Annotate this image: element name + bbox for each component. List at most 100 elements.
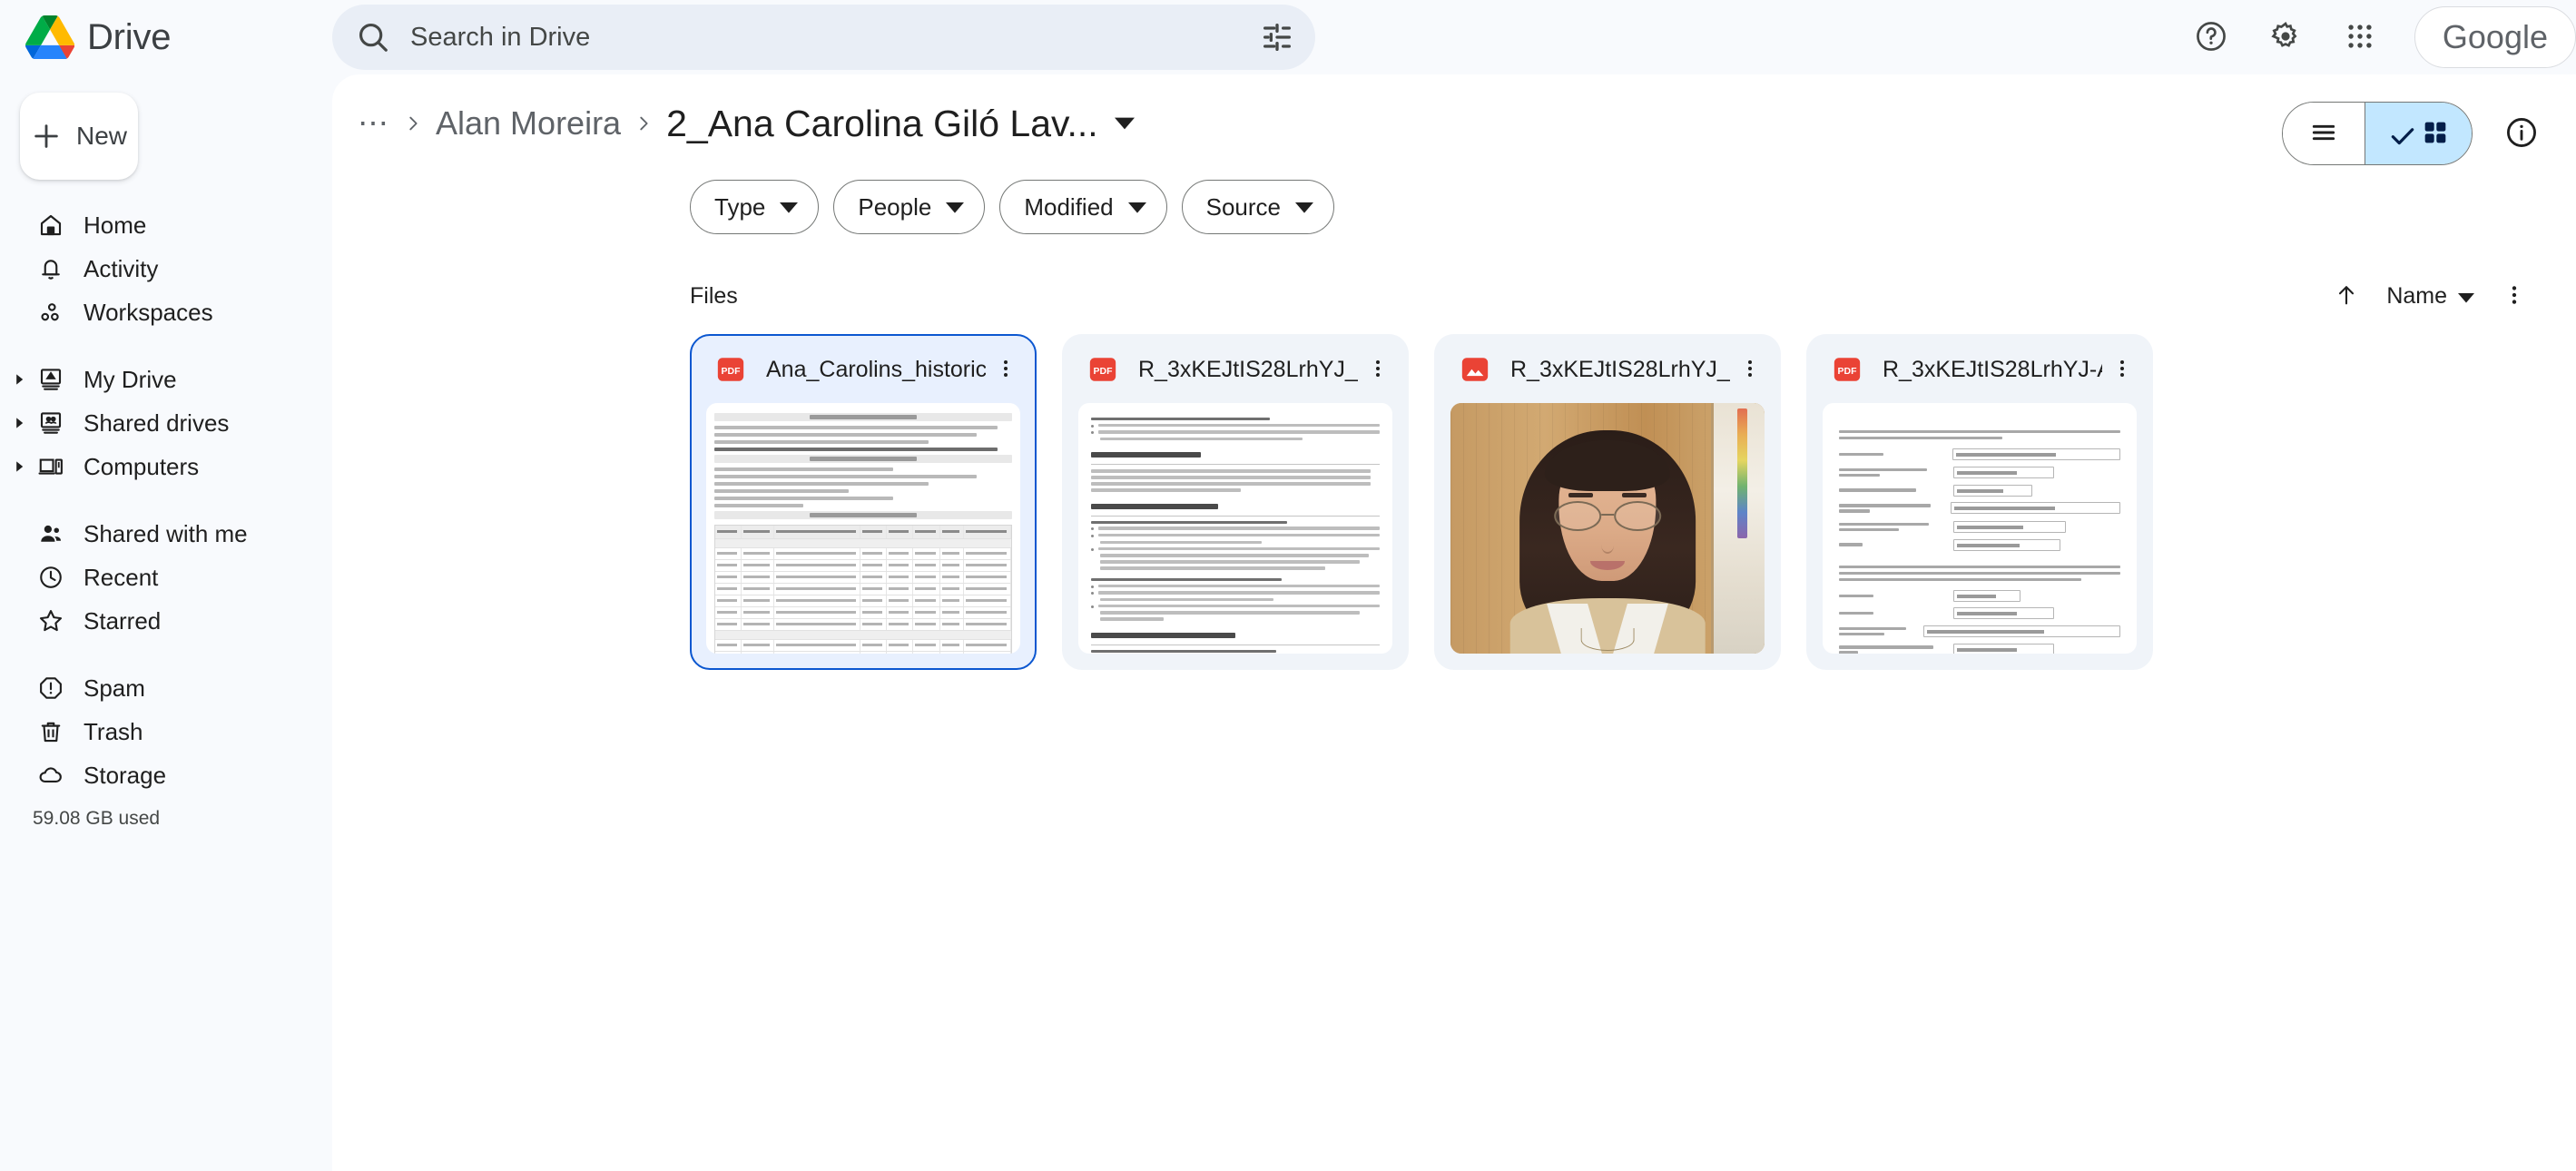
page-title[interactable]: 2_Ana Carolina Giló Lav... [666, 103, 1098, 145]
sidebar-item-shared-drives[interactable]: Shared drives [0, 401, 332, 445]
file-more-options-button[interactable] [1358, 349, 1398, 389]
chevron-down-icon [2458, 291, 2474, 303]
sidebar-item-label: Activity [84, 254, 159, 282]
sidebar-item-recent[interactable]: Recent [0, 556, 332, 599]
tune-icon[interactable] [1259, 19, 1295, 55]
grid-view-button[interactable] [2365, 103, 2472, 164]
view-controls [2282, 102, 2551, 165]
account-label: Google [2442, 18, 2548, 55]
shared-drives-icon [31, 409, 71, 437]
file-card[interactable]: PDF R_3xKEJtIS28LrhYJ-A... [1806, 334, 2153, 670]
sidebar-item-spam[interactable]: Spam [0, 666, 332, 710]
file-card-header: PDF Ana_Carolins_historic... [692, 336, 1035, 403]
bell-icon [31, 255, 71, 282]
search-icon [356, 20, 390, 54]
filter-chip-source[interactable]: Source [1181, 180, 1335, 234]
chevron-right-icon [634, 113, 654, 133]
plus-icon [31, 121, 62, 152]
file-grid: PDF Ana_Carolins_historic... PDF R_3xKEJ… [332, 318, 2576, 670]
sidebar-item-workspaces[interactable]: Workspaces [0, 290, 332, 334]
files-more-options-button[interactable] [2491, 272, 2538, 320]
sidebar-item-label: Trash [84, 717, 143, 745]
breadcrumb: ⋯ Alan Moreira 2_Ana Carolina Giló Lav..… [332, 74, 2576, 172]
storage-used-label: 59.08 GB used [33, 808, 161, 829]
filter-chip-label: Type [714, 192, 766, 221]
sidebar-item-starred[interactable]: Starred [0, 599, 332, 643]
file-card[interactable]: PDF R_3xKEJtIS28LrhYJ_C... [1062, 334, 1409, 670]
filter-chip-modified[interactable]: Modified [999, 180, 1167, 234]
sidebar-item-label: My Drive [84, 365, 177, 393]
help-button[interactable] [2178, 5, 2244, 70]
sidebar-item-shared-with-me[interactable]: Shared with me [0, 512, 332, 556]
sidebar-item-trash[interactable]: Trash [0, 710, 332, 753]
people-icon [31, 520, 71, 547]
sort-controls: Name [2323, 272, 2538, 320]
expand-caret-icon[interactable] [7, 460, 31, 473]
list-view-icon [2309, 118, 2338, 150]
kebab-menu-icon [1739, 358, 1761, 382]
svg-text:PDF: PDF [1838, 367, 1858, 377]
sidebar-item-label: Shared drives [84, 408, 230, 437]
breadcrumb-overflow[interactable]: ⋯ [358, 105, 390, 142]
file-more-options-button[interactable] [986, 349, 1026, 389]
sidebar-item-home[interactable]: Home [0, 203, 332, 247]
help-circle-icon [2194, 19, 2228, 56]
file-card-header: PDF R_3xKEJtIS28LrhYJ_C... [1064, 336, 1407, 403]
file-name: R_3xKEJtIS28LrhYJ_... [1510, 356, 1730, 382]
sidebar-item-label: Storage [84, 761, 167, 789]
kebab-menu-icon [2502, 283, 2526, 310]
search-input[interactable] [410, 22, 1259, 53]
chevron-down-icon[interactable] [1114, 117, 1135, 130]
home-icon [31, 212, 71, 239]
filter-chip-people[interactable]: People [833, 180, 986, 234]
files-section-header: Files Name [690, 274, 2538, 318]
app-name: Drive [87, 16, 172, 57]
arrow-up-icon [2334, 282, 2359, 310]
sidebar-item-label: Spam [84, 674, 145, 702]
sidebar-item-my-drive[interactable]: My Drive [0, 358, 332, 401]
expand-caret-icon[interactable] [7, 417, 31, 429]
sidebar-item-label: Starred [84, 606, 162, 635]
sidebar-item-computers[interactable]: Computers [0, 445, 332, 488]
settings-button[interactable] [2253, 5, 2318, 70]
file-more-options-button[interactable] [2102, 349, 2142, 389]
file-name: R_3xKEJtIS28LrhYJ-A... [1883, 356, 2102, 382]
portrait-photo-preview [1450, 403, 1765, 654]
account-chip[interactable]: Google [2414, 6, 2576, 68]
workspaces-icon [31, 299, 71, 326]
sidebar-item-label: Shared with me [84, 519, 248, 547]
google-drive-logo [25, 15, 75, 60]
sidebar-item-activity[interactable]: Activity [0, 247, 332, 290]
info-circle-icon [2504, 115, 2539, 153]
info-button[interactable] [2492, 104, 2551, 162]
sidebar-item-label: Recent [84, 563, 159, 591]
filter-chips: Type People Modified Source [332, 172, 2576, 234]
transcript-preview [706, 403, 1020, 654]
expand-caret-icon[interactable] [7, 373, 31, 386]
apps-grid-icon [2345, 21, 2375, 54]
sort-by-label: Name [2386, 282, 2447, 309]
svg-text:PDF: PDF [722, 367, 742, 377]
sort-by-button[interactable]: Name [2386, 283, 2474, 310]
sort-direction-button[interactable] [2323, 272, 2370, 320]
file-card-header: PDF R_3xKEJtIS28LrhYJ-A... [1808, 336, 2151, 403]
list-view-button[interactable] [2283, 103, 2365, 164]
new-button[interactable]: New [20, 93, 138, 180]
file-card[interactable]: R_3xKEJtIS28LrhYJ_... [1434, 334, 1781, 670]
filter-chip-type[interactable]: Type [690, 180, 820, 234]
check-icon [2388, 122, 2414, 145]
pdf-icon: PDF [715, 354, 746, 385]
nav-group-tertiary: Spam Trash Storage [0, 666, 332, 797]
file-card[interactable]: PDF Ana_Carolins_historic... [690, 334, 1037, 670]
chevron-down-icon [780, 202, 799, 213]
pdf-icon: PDF [1087, 354, 1118, 385]
search-bar[interactable] [332, 5, 1315, 70]
file-more-options-button[interactable] [1730, 349, 1770, 389]
sidebar-item-storage[interactable]: Storage [0, 753, 332, 797]
file-name: R_3xKEJtIS28LrhYJ_C... [1138, 356, 1358, 382]
cloud-icon [31, 762, 71, 789]
filter-chip-label: People [858, 192, 932, 221]
breadcrumb-item-parent[interactable]: Alan Moreira [436, 104, 621, 143]
apps-button[interactable] [2327, 5, 2393, 70]
sidebar: New Home Activity Workspaces My Drive Sh… [0, 74, 332, 1171]
